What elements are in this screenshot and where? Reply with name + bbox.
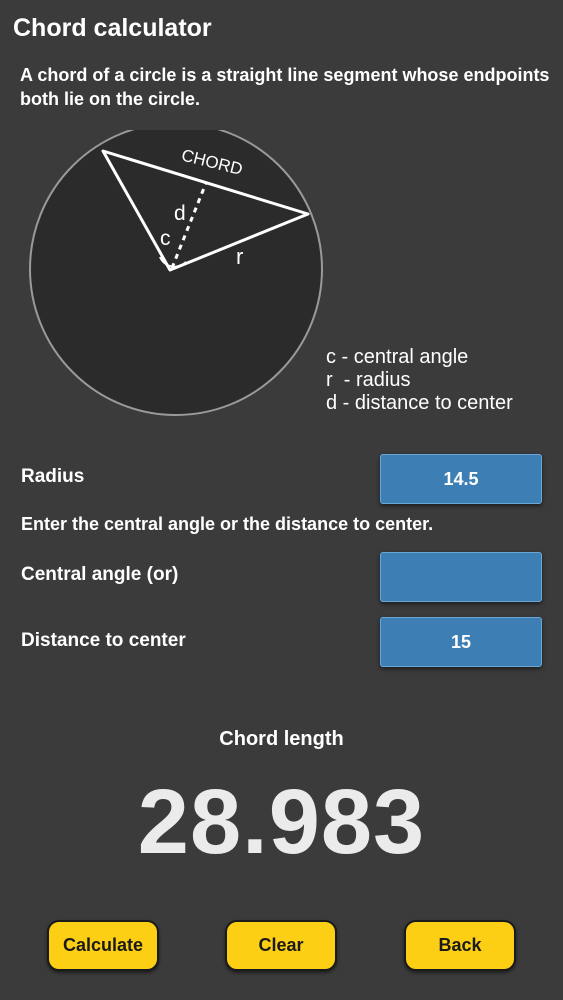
calculate-button[interactable]: Calculate xyxy=(47,920,159,971)
central-angle-input[interactable] xyxy=(380,552,542,602)
input-hint: Enter the central angle or the distance … xyxy=(21,514,434,534)
back-button[interactable]: Back xyxy=(404,920,516,971)
clear-button[interactable]: Clear xyxy=(225,920,337,971)
radius-input[interactable] xyxy=(380,454,542,504)
c-label: c xyxy=(160,227,171,250)
legend-item-distance: d - distance to center xyxy=(326,392,513,414)
r-label: r xyxy=(236,244,243,269)
diagram-legend: c - central angle r - radius d - distanc… xyxy=(326,346,513,415)
description-text: A chord of a circle is a straight line s… xyxy=(20,65,550,109)
legend-item-radius: r - radius xyxy=(326,369,411,391)
page-title: Chord calculator xyxy=(13,14,212,42)
radius-label: Radius xyxy=(21,466,85,487)
distance-input[interactable] xyxy=(380,617,542,667)
chord-calculator-screen: Chord calculator A chord of a circle is … xyxy=(0,0,563,1000)
d-label: d xyxy=(174,202,186,225)
result-label: Chord length xyxy=(219,728,344,750)
central-angle-label: Central angle (or) xyxy=(21,564,179,585)
result-value: 28.983 xyxy=(137,771,426,873)
distance-label: Distance to center xyxy=(21,630,186,651)
legend-item-central-angle: c - central angle xyxy=(326,346,469,368)
